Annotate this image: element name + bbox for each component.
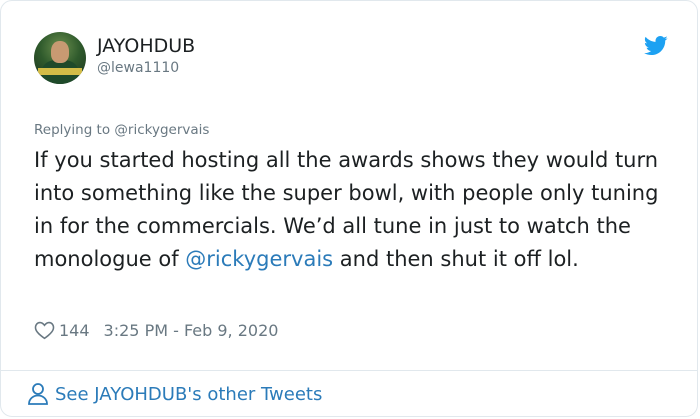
like-count[interactable]: 144 xyxy=(59,321,90,340)
tweet-timestamp[interactable]: 3:25 PM - Feb 9, 2020 xyxy=(104,321,279,340)
heart-icon[interactable] xyxy=(34,320,55,340)
divider xyxy=(1,370,697,371)
replying-to: Replying to @rickygervais xyxy=(34,122,209,138)
author-handle[interactable]: @lewa1110 xyxy=(97,60,179,76)
tweet-text-part-2: and then shut it off lol. xyxy=(333,247,579,271)
avatar[interactable] xyxy=(34,32,86,84)
see-other-tweets-label[interactable]: See JAYOHDUB's other Tweets xyxy=(55,384,322,405)
replying-to-prefix: Replying to xyxy=(34,122,115,138)
avatar-banner xyxy=(38,68,82,75)
twitter-bird-icon[interactable] xyxy=(644,36,668,56)
replying-to-handle[interactable]: @rickygervais xyxy=(114,122,209,138)
tweet-text: If you started hosting all the awards sh… xyxy=(34,144,674,276)
tweet-mention-link[interactable]: @rickygervais xyxy=(185,247,333,271)
see-other-tweets-link[interactable]: See JAYOHDUB's other Tweets xyxy=(27,382,322,406)
author-display-name[interactable]: JAYOHDUB xyxy=(97,35,195,57)
person-icon xyxy=(28,383,48,405)
avatar-face xyxy=(51,41,69,63)
tweet-meta: 144 3:25 PM - Feb 9, 2020 xyxy=(34,319,278,341)
embedded-tweet-card: JAYOHDUB @lewa1110 Replying to @rickyger… xyxy=(0,0,698,417)
